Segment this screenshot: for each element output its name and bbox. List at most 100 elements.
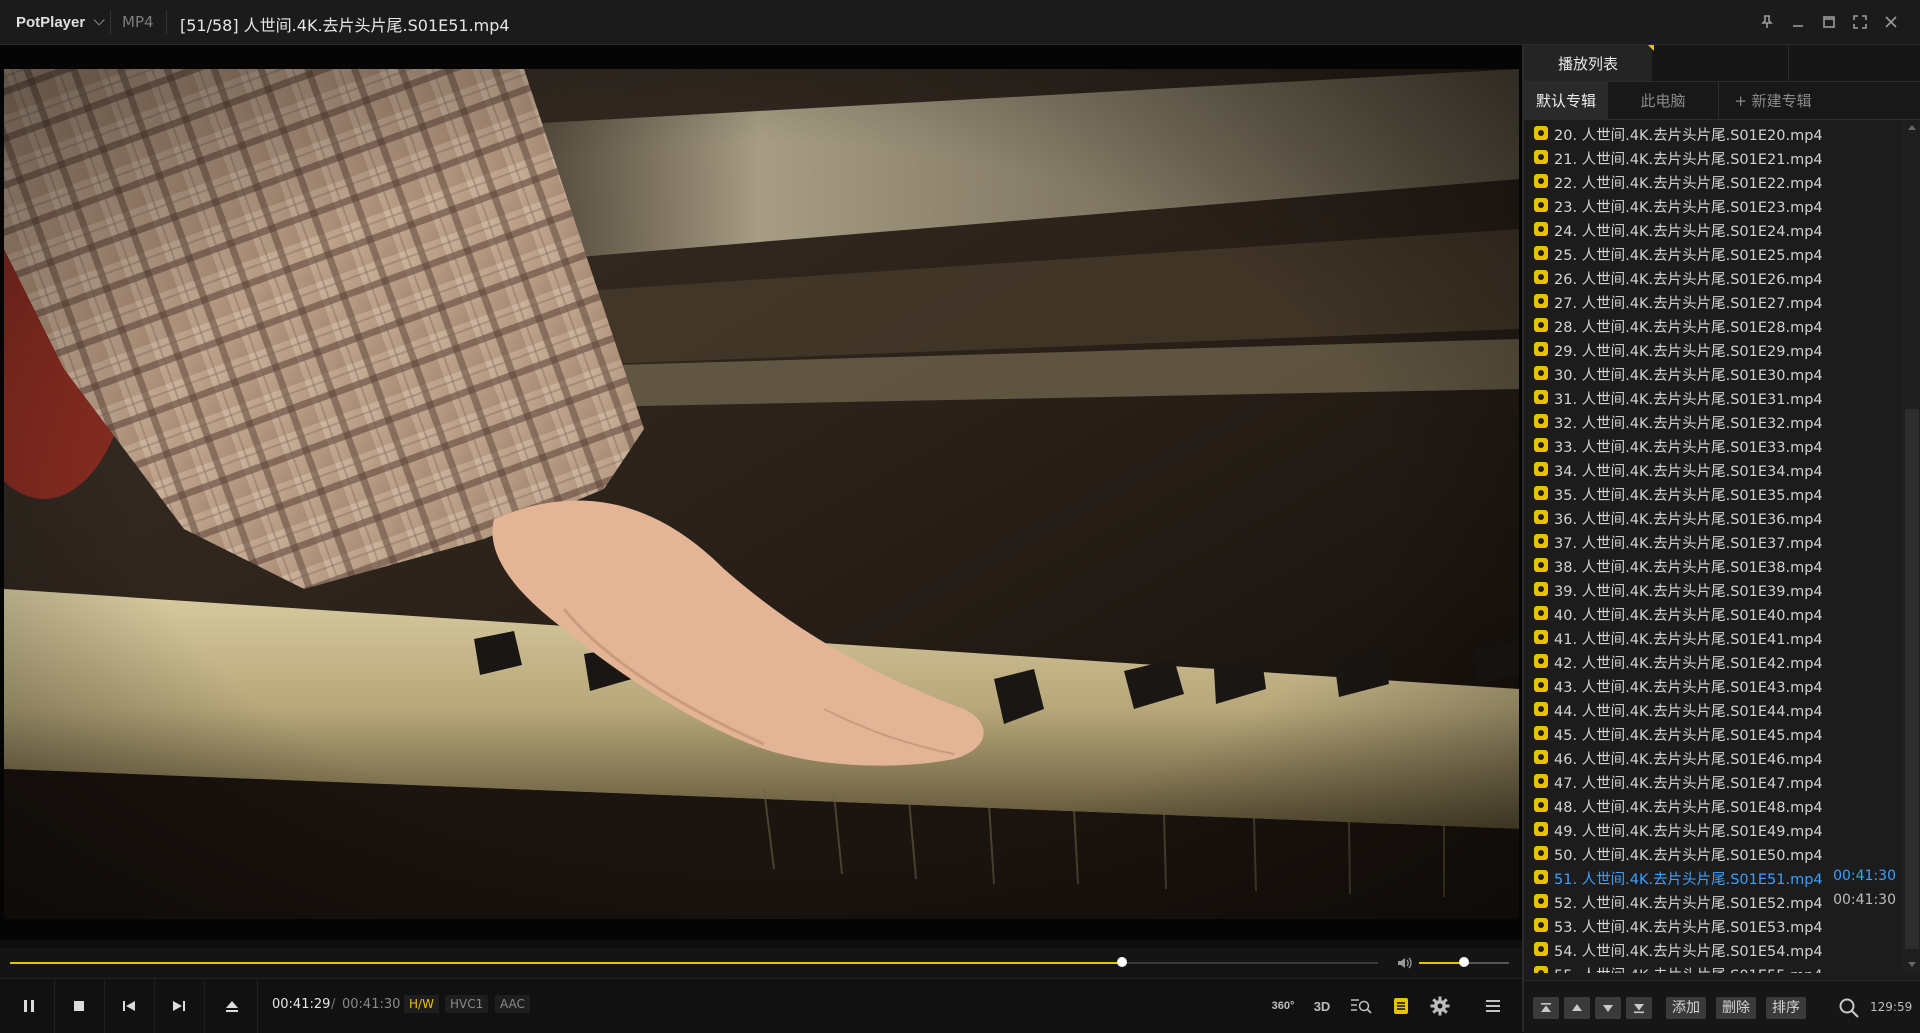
move-up-button[interactable] bbox=[1564, 997, 1590, 1019]
playlist-item[interactable]: 45. 人世间.4K.去片头片尾.S01E45.mp4 bbox=[1524, 721, 1900, 745]
playlist-item[interactable]: 38. 人世间.4K.去片头片尾.S01E38.mp4 bbox=[1524, 553, 1900, 577]
video-file-icon bbox=[1534, 678, 1548, 692]
tab-this-pc[interactable]: 此电脑 bbox=[1608, 82, 1719, 119]
playlist-item-name: 24. 人世间.4K.去片头片尾.S01E24.mp4 bbox=[1554, 224, 1823, 240]
video-file-icon bbox=[1534, 390, 1548, 404]
search-icon[interactable] bbox=[1836, 995, 1862, 1021]
playlist-item[interactable]: 43. 人世间.4K.去片头片尾.S01E43.mp4 bbox=[1524, 673, 1900, 697]
playlist-header: 播放列表 bbox=[1524, 45, 1920, 82]
add-button[interactable]: 添加 bbox=[1666, 997, 1706, 1019]
playlist-item[interactable]: 39. 人世间.4K.去片头片尾.S01E39.mp4 bbox=[1524, 577, 1900, 601]
volume-icon[interactable] bbox=[1396, 954, 1414, 972]
playlist-item-name: 42. 人世间.4K.去片头片尾.S01E42.mp4 bbox=[1554, 656, 1823, 672]
playlist-scrollbar[interactable] bbox=[1902, 121, 1920, 973]
playlist-item[interactable]: 25. 人世间.4K.去片头片尾.S01E25.mp4 bbox=[1524, 241, 1900, 265]
maximize-button[interactable] bbox=[1813, 0, 1844, 44]
video-file-icon bbox=[1534, 246, 1548, 260]
playlist-item[interactable]: 34. 人世间.4K.去片头片尾.S01E34.mp4 bbox=[1524, 457, 1900, 481]
playlist-item-name: 52. 人世间.4K.去片头片尾.S01E52.mp4 bbox=[1554, 896, 1823, 912]
playlist-item[interactable]: 32. 人世间.4K.去片头片尾.S01E32.mp4 bbox=[1524, 409, 1900, 433]
playlist-item[interactable]: 46. 人世间.4K.去片头片尾.S01E46.mp4 bbox=[1524, 745, 1900, 769]
eject-button[interactable] bbox=[207, 979, 258, 1033]
playlist-item[interactable]: 47. 人世间.4K.去片头片尾.S01E47.mp4 bbox=[1524, 769, 1900, 793]
fullscreen-button[interactable] bbox=[1844, 0, 1875, 44]
playlist-item-name: 37. 人世间.4K.去片头片尾.S01E37.mp4 bbox=[1554, 536, 1823, 552]
next-button[interactable] bbox=[154, 979, 205, 1033]
video-area[interactable] bbox=[0, 45, 1522, 940]
seek-bar-handle[interactable] bbox=[1117, 957, 1128, 967]
scroll-up-arrow-icon[interactable] bbox=[1908, 125, 1916, 130]
playlist-item[interactable]: 23. 人世间.4K.去片头片尾.S01E23.mp4 bbox=[1524, 193, 1900, 217]
playlist-toggle-button[interactable] bbox=[1388, 993, 1414, 1019]
move-to-bottom-button[interactable] bbox=[1626, 997, 1652, 1019]
video-file-icon bbox=[1534, 654, 1548, 668]
playlist-item[interactable]: 35. 人世间.4K.去片头片尾.S01E35.mp4 bbox=[1524, 481, 1900, 505]
playlist-item-name: 55. 人世间.4K.去片头片尾.S01E55.mp4 bbox=[1554, 964, 1823, 973]
menu-button[interactable] bbox=[1480, 993, 1506, 1019]
pause-button[interactable] bbox=[4, 979, 55, 1033]
playlist-item[interactable]: 55. 人世间.4K.去片头片尾.S01E55.mp4 bbox=[1524, 961, 1900, 973]
playlist-item[interactable]: 22. 人世间.4K.去片头片尾.S01E22.mp4 bbox=[1524, 169, 1900, 193]
scroll-down-arrow-icon[interactable] bbox=[1908, 962, 1916, 967]
playlist-item[interactable]: 50. 人世间.4K.去片头片尾.S01E50.mp4 bbox=[1524, 841, 1900, 865]
playlist-item[interactable]: 29. 人世间.4K.去片头片尾.S01E29.mp4 bbox=[1524, 337, 1900, 361]
playlist-item[interactable]: 33. 人世间.4K.去片头片尾.S01E33.mp4 bbox=[1524, 433, 1900, 457]
delete-button[interactable]: 删除 bbox=[1716, 997, 1756, 1019]
playlist-item[interactable]: 54. 人世间.4K.去片头片尾.S01E54.mp4 bbox=[1524, 937, 1900, 961]
playlist-item[interactable]: 48. 人世间.4K.去片头片尾.S01E48.mp4 bbox=[1524, 793, 1900, 817]
playlist-item[interactable]: 27. 人世间.4K.去片头片尾.S01E27.mp4 bbox=[1524, 289, 1900, 313]
playlist-item[interactable]: 36. 人世间.4K.去片头片尾.S01E36.mp4 bbox=[1524, 505, 1900, 529]
total-time[interactable]: 00:41:30 bbox=[342, 997, 400, 1012]
minimize-button[interactable] bbox=[1782, 0, 1813, 44]
playlist-list[interactable]: 20. 人世间.4K.去片头片尾.S01E20.mp4 21. 人世间.4K.去片… bbox=[1524, 121, 1900, 973]
playlist-icon bbox=[1394, 998, 1408, 1014]
tab-default-album[interactable]: 默认专辑 bbox=[1524, 82, 1608, 119]
playlist-item[interactable]: 24. 人世间.4K.去片头片尾.S01E24.mp4 bbox=[1524, 217, 1900, 241]
video-frame[interactable] bbox=[4, 69, 1519, 919]
seek-bar[interactable] bbox=[10, 957, 1378, 967]
current-time[interactable]: 00:41:29 bbox=[272, 997, 330, 1012]
move-down-button[interactable] bbox=[1595, 997, 1621, 1019]
sort-button[interactable]: 排序 bbox=[1766, 997, 1806, 1019]
playlist-item[interactable]: 21. 人世间.4K.去片头片尾.S01E21.mp4 bbox=[1524, 145, 1900, 169]
playlist-item[interactable]: 52. 人世间.4K.去片头片尾.S01E52.mp4 00:41:30 bbox=[1524, 889, 1900, 913]
move-to-top-button[interactable] bbox=[1533, 997, 1559, 1019]
vr-360-button[interactable]: 360° bbox=[1270, 993, 1296, 1019]
volume-slider[interactable] bbox=[1419, 957, 1509, 967]
tab-new-album[interactable]: + 新建专辑 bbox=[1718, 82, 1828, 119]
format-label: MP4 bbox=[122, 13, 154, 31]
playlist-item[interactable]: 28. 人世间.4K.去片头片尾.S01E28.mp4 bbox=[1524, 313, 1900, 337]
settings-button[interactable] bbox=[1427, 993, 1453, 1019]
playlist-item-name: 20. 人世间.4K.去片头片尾.S01E20.mp4 bbox=[1554, 128, 1823, 144]
playlist-item[interactable]: 40. 人世间.4K.去片头片尾.S01E40.mp4 bbox=[1524, 601, 1900, 625]
playlist-item[interactable]: 20. 人世间.4K.去片头片尾.S01E20.mp4 bbox=[1524, 121, 1900, 145]
playlist-item[interactable]: 42. 人世间.4K.去片头片尾.S01E42.mp4 bbox=[1524, 649, 1900, 673]
video-file-icon bbox=[1534, 606, 1548, 620]
pin-button[interactable] bbox=[1751, 0, 1782, 44]
hw-decoder-badge[interactable]: H/W bbox=[404, 995, 439, 1013]
video-file-icon bbox=[1534, 462, 1548, 476]
tab-playlist[interactable]: 播放列表 bbox=[1524, 45, 1652, 81]
scrollbar-thumb[interactable] bbox=[1905, 409, 1919, 949]
playlist-item-current[interactable]: 51. 人世间.4K.去片头片尾.S01E51.mp4 00:41:30 bbox=[1524, 865, 1900, 889]
playlist-item[interactable]: 30. 人世间.4K.去片头片尾.S01E30.mp4 bbox=[1524, 361, 1900, 385]
playlist-item[interactable]: 37. 人世间.4K.去片头片尾.S01E37.mp4 bbox=[1524, 529, 1900, 553]
playlist-item[interactable]: 41. 人世间.4K.去片头片尾.S01E41.mp4 bbox=[1524, 625, 1900, 649]
video-codec-badge[interactable]: HVC1 bbox=[445, 995, 489, 1013]
playlist-item-name: 53. 人世间.4K.去片头片尾.S01E53.mp4 bbox=[1554, 920, 1823, 936]
playlist-item[interactable]: 31. 人世间.4K.去片头片尾.S01E31.mp4 bbox=[1524, 385, 1900, 409]
playlist-item-name: 49. 人世间.4K.去片头片尾.S01E49.mp4 bbox=[1554, 824, 1823, 840]
stop-button[interactable] bbox=[54, 979, 105, 1033]
video-search-button[interactable] bbox=[1348, 993, 1374, 1019]
stereo-3d-button[interactable]: 3D bbox=[1309, 993, 1335, 1019]
previous-button[interactable] bbox=[104, 979, 155, 1033]
volume-slider-handle[interactable] bbox=[1459, 957, 1469, 967]
app-menu-button[interactable]: PotPlayer bbox=[8, 0, 109, 44]
video-file-icon bbox=[1534, 894, 1548, 908]
playlist-item[interactable]: 44. 人世间.4K.去片头片尾.S01E44.mp4 bbox=[1524, 697, 1900, 721]
playlist-item[interactable]: 49. 人世间.4K.去片头片尾.S01E49.mp4 bbox=[1524, 817, 1900, 841]
playlist-item[interactable]: 53. 人世间.4K.去片头片尾.S01E53.mp4 bbox=[1524, 913, 1900, 937]
close-button[interactable] bbox=[1875, 0, 1906, 44]
audio-codec-badge[interactable]: AAC bbox=[495, 995, 530, 1013]
playlist-item[interactable]: 26. 人世间.4K.去片头片尾.S01E26.mp4 bbox=[1524, 265, 1900, 289]
